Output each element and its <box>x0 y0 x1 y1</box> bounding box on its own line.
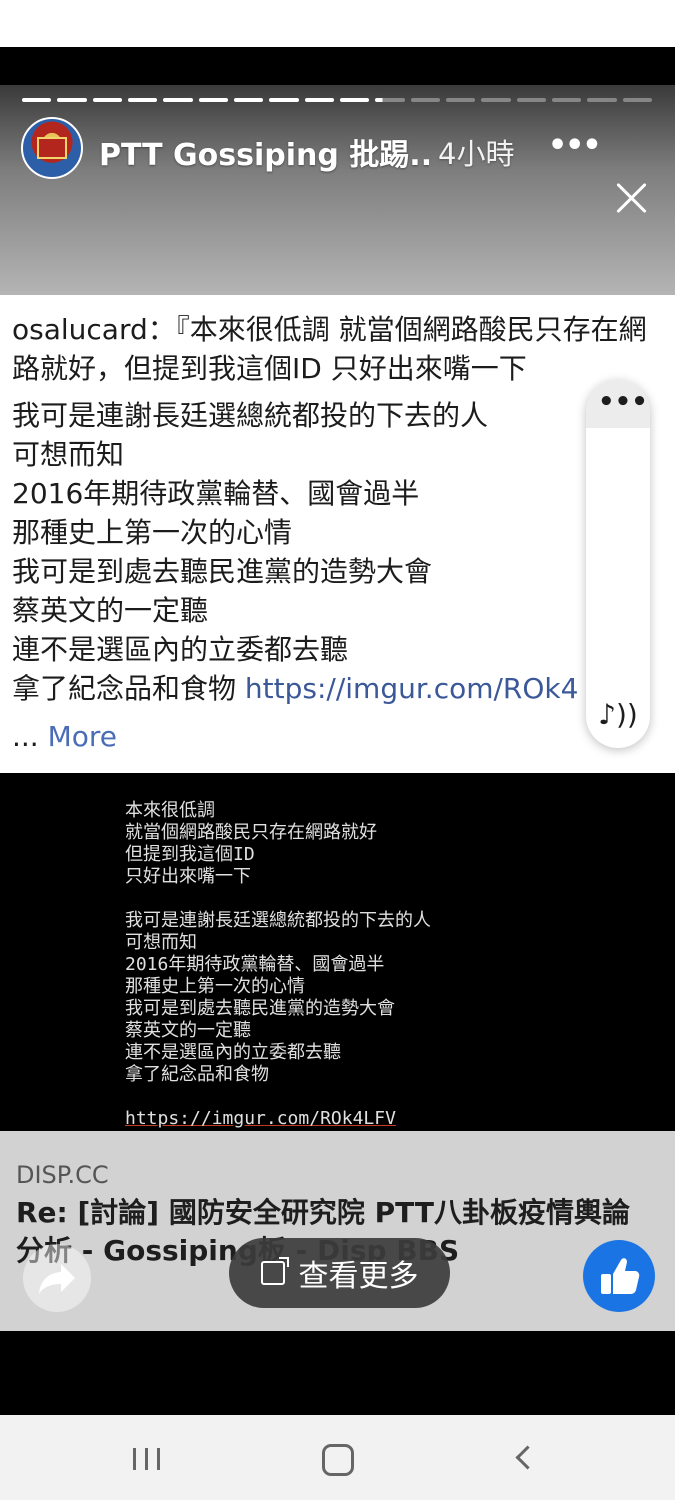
story-timestamp: 4小時 <box>438 137 515 171</box>
post-body: 我可是連謝長廷選總統都投的下去的人 可想而知 2016年期待政黨輪替、國會過半 … <box>12 396 587 708</box>
page-name[interactable]: PTT Gossiping 批踢... <box>99 130 429 174</box>
like-button[interactable] <box>583 1240 655 1312</box>
progress-segment <box>22 98 52 102</box>
post-line: 2016年期待政黨輪替、國會過半 <box>12 477 420 510</box>
story-header <box>0 85 675 296</box>
see-more-label: 查看更多 <box>298 1259 419 1294</box>
progress-segment <box>375 98 405 102</box>
terminal-line: 本來很低調 <box>125 800 215 821</box>
progress-segment <box>198 98 228 102</box>
terminal-screenshot: 本來很低調 就當個網路酸民只存在網路就好 但提到我這個ID 只好出來嘴一下我可是連謝長… <box>125 800 645 1130</box>
page-avatar[interactable] <box>21 117 83 179</box>
post-line: 蔡英文的一定聽 <box>12 594 209 627</box>
post-line: 連不是選區內的立委都去聽 <box>12 633 349 666</box>
see-more-button[interactable]: 查看更多 <box>229 1238 450 1308</box>
more-horizontal-icon[interactable]: ••• <box>548 128 602 163</box>
story-progress-bar <box>22 98 652 102</box>
terminal-line: 拿了紀念品和食物 <box>125 1064 269 1085</box>
close-icon[interactable] <box>614 180 650 216</box>
external-link-icon <box>260 1257 289 1285</box>
side-control-panel: ••• ♪)) <box>586 380 650 748</box>
post-line: 可想而知 <box>12 438 125 471</box>
progress-segment <box>622 98 652 102</box>
progress-segment <box>587 98 617 102</box>
terminal-line: 我可是到處去聽民進黨的造勢大會 <box>125 998 395 1019</box>
progress-segment <box>304 98 334 102</box>
more-options-icon[interactable]: ••• <box>598 389 648 415</box>
progress-segment <box>163 98 193 102</box>
progress-segment <box>481 98 511 102</box>
home-icon[interactable] <box>322 1444 354 1476</box>
post-link[interactable]: https://imgur.com/ROk4 <box>245 672 579 705</box>
post-line: 那種史上第一次的心情 <box>12 516 293 549</box>
progress-segment <box>516 98 546 102</box>
post-line-text: 拿了紀念品和食物 <box>12 672 245 705</box>
share-icon <box>39 1264 75 1294</box>
terminal-link: https://imgur.com/ROk4LFV <box>125 1108 396 1129</box>
status-bar-area <box>0 0 675 47</box>
terminal-line: 蔡英文的一定聽 <box>125 1020 251 1041</box>
post-more-row: ... More <box>12 720 117 753</box>
ellipsis: ... <box>12 720 48 753</box>
progress-segment <box>233 98 264 102</box>
progress-segment <box>127 98 158 102</box>
post-line-last: 拿了紀念品和食物 https://imgur.com/ROk4 <box>12 669 587 708</box>
progress-segment <box>445 98 476 102</box>
terminal-line: 就當個網路酸民只存在網路就好 <box>125 822 377 843</box>
post-line: 我可是連謝長廷選總統都投的下去的人 <box>12 399 489 432</box>
progress-segment <box>92 98 122 102</box>
terminal-line: 我可是連謝長廷選總統都投的下去的人 <box>125 910 431 931</box>
recent-apps-icon[interactable] <box>133 1448 161 1470</box>
music-icon[interactable]: ♪)) <box>596 698 640 731</box>
progress-segment <box>339 98 370 102</box>
post-lead-text: osalucard：『本來很低調 就當個網路酸民只存在網路就好，但提到我這個ID… <box>12 313 647 385</box>
terminal-line: 連不是選區內的立委都去聽 <box>125 1042 341 1063</box>
more-link[interactable]: More <box>48 720 117 753</box>
share-button[interactable] <box>23 1244 91 1312</box>
terminal-line: 2016年期待政黨輪替、國會過半 <box>125 954 385 975</box>
progress-segment <box>269 98 299 102</box>
terminal-line: 但提到我這個ID <box>125 844 255 865</box>
thumbs-up-icon <box>601 1258 640 1294</box>
terminal-line: 那種史上第一次的心情 <box>125 976 305 997</box>
terminal-line: 可想而知 <box>125 932 197 953</box>
progress-segment <box>57 98 87 102</box>
progress-segment <box>410 98 440 102</box>
terminal-line: 只好出來嘴一下 <box>125 866 251 887</box>
progress-segment <box>551 98 582 102</box>
post-line: 我可是到處去聽民進黨的造勢大會 <box>12 555 433 588</box>
link-domain: DISP.CC <box>16 1161 109 1189</box>
